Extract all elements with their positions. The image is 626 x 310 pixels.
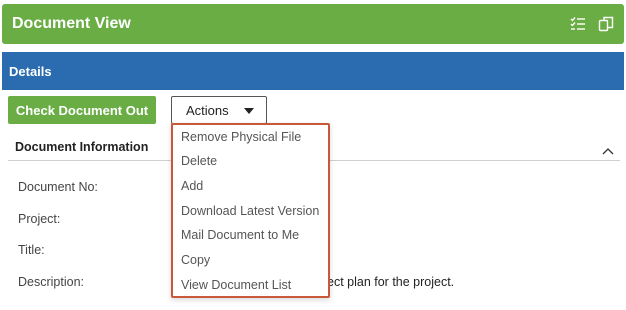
menu-item-copy[interactable]: Copy [181,253,210,267]
chevron-up-icon[interactable] [602,142,614,160]
details-bar: Details [2,52,624,90]
menu-item-mail-document-to-me[interactable]: Mail Document to Me [181,228,299,242]
field-label-title: Title: [18,243,45,257]
copy-pages-icon[interactable] [598,16,614,32]
menu-item-remove-physical-file[interactable]: Remove Physical File [181,130,301,144]
section-title: Document Information [15,140,149,154]
field-label-project: Project: [18,212,61,226]
menu-item-delete[interactable]: Delete [181,154,217,168]
details-label: Details [9,63,52,79]
document-view-header: Document View [2,4,624,44]
header-icons [570,16,614,32]
field-value-description: ect plan for the project. [327,275,455,289]
actions-dropdown-button[interactable]: Actions [171,96,267,124]
actions-menu: Remove Physical File Delete Add Download… [171,123,330,298]
actions-label: Actions [186,102,229,118]
checklist-icon[interactable] [570,16,586,32]
page-title: Document View [12,15,131,32]
menu-item-download-latest-version[interactable]: Download Latest Version [181,204,319,218]
field-label-description: Description: [18,275,84,289]
field-label-document-no: Document No: [18,180,98,194]
menu-item-add[interactable]: Add [181,179,203,193]
check-document-out-button[interactable]: Check Document Out [8,96,156,124]
menu-item-view-document-list[interactable]: View Document List [181,278,291,292]
caret-down-icon [244,108,254,114]
